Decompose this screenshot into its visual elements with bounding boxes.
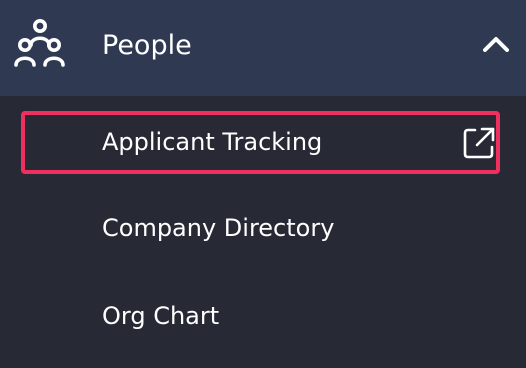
- section-title: People: [102, 30, 192, 61]
- menu-item-org-chart[interactable]: Org Chart: [0, 286, 526, 346]
- people-submenu: Applicant Tracking Company Directory Org…: [0, 96, 526, 368]
- people-icon: [12, 18, 68, 70]
- menu-item-company-directory[interactable]: Company Directory: [0, 198, 526, 258]
- chevron-up-icon[interactable]: [480, 30, 512, 58]
- external-link-icon[interactable]: [462, 126, 496, 160]
- people-nav-menu: People Applicant Tracking Company Direct…: [0, 0, 526, 368]
- menu-item-label: Company Directory: [102, 214, 335, 242]
- people-section-header[interactable]: People: [0, 0, 526, 96]
- menu-item-label: Applicant Tracking: [102, 128, 323, 156]
- menu-item-label: Org Chart: [102, 302, 220, 330]
- menu-item-applicant-tracking[interactable]: Applicant Tracking: [0, 112, 526, 172]
